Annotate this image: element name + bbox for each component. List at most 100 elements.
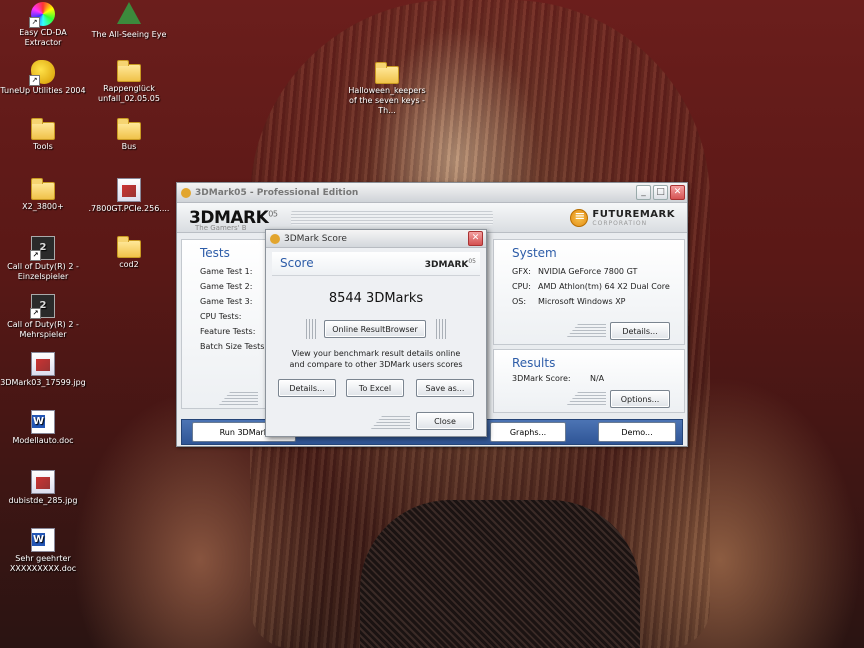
word-doc-icon xyxy=(31,528,55,552)
desktop-icon-tools[interactable]: Tools xyxy=(0,118,86,152)
folder-icon xyxy=(31,178,55,200)
folder-icon xyxy=(31,118,55,140)
system-details-button[interactable]: Details... xyxy=(610,322,670,340)
desktop-icon-label: TuneUp Utilities 2004 xyxy=(0,86,86,95)
folder-icon xyxy=(117,236,141,258)
desktop-icon-label: Easy CD-DA Extractor xyxy=(19,28,67,47)
tagline: The Gamers' B xyxy=(195,224,247,232)
online-resultbrowser-button[interactable]: Online ResultBrowser xyxy=(324,320,426,338)
desktop-icon-label: Call of Duty(R) 2 - Einzelspieler xyxy=(7,262,79,281)
score-header: Score 3DMARK05 xyxy=(272,252,480,276)
desktop-icon-dubistde-jpg[interactable]: dubistde_285.jpg xyxy=(0,470,86,506)
brand-sub: CORPORATION xyxy=(592,219,648,227)
tests-heading: Tests xyxy=(200,246,230,260)
desktop-icon-3dmark03-jpg[interactable]: 3DMark03_17599.jpg xyxy=(0,352,86,388)
info-line-1: View your benchmark result details onlin… xyxy=(291,349,461,358)
cd-icon xyxy=(29,2,55,28)
desktop-icon-label: .7800GT.PCIe.256.... xyxy=(88,204,170,213)
desktop-icon-cod2-sp[interactable]: 2 Call of Duty(R) 2 - Einzelspieler xyxy=(0,236,86,282)
maximize-button[interactable]: □ xyxy=(653,185,668,200)
results-panel: Results 3DMark Score: N/A Options... xyxy=(493,349,685,413)
folder-icon xyxy=(117,60,141,82)
desktop-icon-label: X2_3800+ xyxy=(22,202,64,211)
desktop-icon-label: Call of Duty(R) 2 - Mehrspieler xyxy=(7,320,79,339)
desktop-icon-halloween[interactable]: Halloween_keepers of the seven keys -Th.… xyxy=(344,62,430,116)
futuremark-brand: FUTUREMARK CORPORATION xyxy=(570,208,675,227)
decor-lines xyxy=(566,392,606,406)
tests-panel: Tests Game Test 1: Game Test 2: Game Tes… xyxy=(181,239,267,409)
eye-icon xyxy=(117,2,141,24)
test-item: Feature Tests: xyxy=(200,327,256,336)
desktop-icon-cod2-mp[interactable]: 2 Call of Duty(R) 2 - Mehrspieler xyxy=(0,294,86,340)
decor-lines xyxy=(218,392,258,406)
to-excel-button[interactable]: To Excel xyxy=(346,379,404,397)
system-row-gfx: GFX: NVIDIA GeForce 7800 GT xyxy=(512,267,638,276)
desktop-icon-label: dubistde_285.jpg xyxy=(8,496,78,505)
test-item: Game Test 1: xyxy=(200,267,253,276)
desktop-icon-7800gt[interactable]: .7800GT.PCIe.256.... xyxy=(86,178,172,214)
file-icon xyxy=(117,178,141,202)
results-heading: Results xyxy=(512,356,556,370)
system-row-cpu: CPU: AMD Athlon(tm) 64 X2 Dual Core xyxy=(512,282,670,291)
desktop-icon-x2-3800[interactable]: X2_3800+ xyxy=(0,178,86,212)
desktop-icon-all-seeing-eye[interactable]: The All-Seeing Eye xyxy=(86,2,172,40)
options-button[interactable]: Options... xyxy=(610,390,670,408)
minimize-button[interactable]: _ xyxy=(636,185,651,200)
score-dialog-titlebar[interactable]: 3DMark Score xyxy=(266,230,486,248)
desktop-icon-rappenglueck[interactable]: Rappenglück unfall_02.05.05 xyxy=(86,60,172,104)
desktop-icon-label: Tools xyxy=(33,142,53,151)
app-icon xyxy=(270,233,280,244)
close-dialog-button[interactable]: Close xyxy=(416,412,474,430)
desktop-icon-label: Sehr geehrter XXXXXXXXX.doc xyxy=(9,554,77,573)
desktop-icon-label: cod2 xyxy=(119,260,139,269)
cod-icon: 2 xyxy=(30,236,55,261)
decor-lines xyxy=(566,324,606,338)
test-item: CPU Tests: xyxy=(200,312,242,321)
cod-icon: 2 xyxy=(30,294,55,319)
decor-lines xyxy=(306,319,316,339)
info-line-2: and compare to other 3DMark users scores xyxy=(289,360,463,369)
test-item: Game Test 3: xyxy=(200,297,253,306)
score-dialog: 3DMark Score ✕ Score 3DMARK05 8544 3DMar… xyxy=(265,229,487,437)
futuremark-icon xyxy=(570,208,589,227)
save-as-button[interactable]: Save as... xyxy=(416,379,474,397)
desktop-icon-bus[interactable]: Bus xyxy=(86,118,172,152)
test-item: Batch Size Tests: xyxy=(200,342,268,351)
system-row-os: OS: Microsoft Windows XP xyxy=(512,297,626,306)
test-item: Game Test 2: xyxy=(200,282,253,291)
decor-lines xyxy=(370,416,410,430)
results-score-row: 3DMark Score: N/A xyxy=(512,374,605,383)
score-dialog-title: 3DMark Score xyxy=(284,233,347,244)
desktop-icon-tuneup[interactable]: TuneUp Utilities 2004 xyxy=(0,60,86,96)
app-icon xyxy=(181,187,191,198)
folder-icon xyxy=(375,62,399,84)
score-details-button[interactable]: Details... xyxy=(278,379,336,397)
close-button[interactable]: ✕ xyxy=(670,185,685,200)
score-heading: Score xyxy=(280,256,314,270)
desktop-icon-modellauto-doc[interactable]: Modellauto.doc xyxy=(0,410,86,446)
tuneup-icon xyxy=(29,60,55,86)
desktop-icon-label: The All-Seeing Eye xyxy=(91,30,167,39)
folder-icon xyxy=(117,118,141,140)
score-dialog-close-icon[interactable]: ✕ xyxy=(468,231,483,246)
3dmark-small-logo: 3DMARK05 xyxy=(424,258,476,270)
system-panel: System GFX: NVIDIA GeForce 7800 GT CPU: AM… xyxy=(493,239,685,345)
desktop-icon-easy-cd[interactable]: Easy CD-DA Extractor xyxy=(0,2,86,48)
desktop-icon-label: Halloween_keepers of the seven keys -Th.… xyxy=(348,86,426,115)
image-icon xyxy=(31,352,55,376)
system-heading: System xyxy=(512,246,557,260)
desktop-icon-label: Modellauto.doc xyxy=(12,436,74,445)
decor-lines xyxy=(436,319,446,339)
desktop-icon-sehr-geehrter-doc[interactable]: Sehr geehrter XXXXXXXXX.doc xyxy=(0,528,86,574)
banner-stripes xyxy=(291,210,494,225)
desktop-icon-cod2[interactable]: cod2 xyxy=(86,236,172,270)
demo-button[interactable]: Demo... xyxy=(598,422,676,442)
desktop-icon-label: Bus xyxy=(121,142,137,151)
graphs-button[interactable]: Graphs... xyxy=(490,422,566,442)
desktop-icon-label: Rappenglück unfall_02.05.05 xyxy=(98,84,160,103)
desktop-icon-label: 3DMark03_17599.jpg xyxy=(0,378,86,387)
image-icon xyxy=(31,470,55,494)
wallpaper-shirt xyxy=(360,500,640,648)
main-window-titlebar[interactable]: 3DMark05 - Professional Edition xyxy=(177,183,687,203)
word-doc-icon xyxy=(31,410,55,434)
